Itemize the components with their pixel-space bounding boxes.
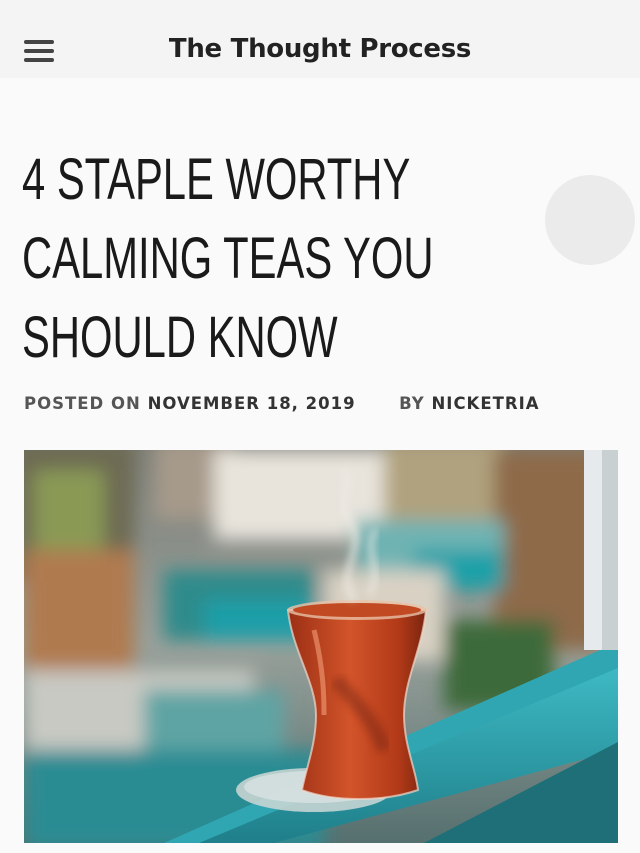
post-meta: POSTED ON NOVEMBER 18, 2019 BY NICKETRIA <box>24 394 539 413</box>
by-label: BY <box>399 394 425 413</box>
floating-action-button[interactable] <box>545 175 635 265</box>
page: The Thought Process 4 STAPLE WORTHY CALM… <box>0 0 640 853</box>
post-title-line: CALMING TEAS YOU <box>22 226 434 291</box>
post-date[interactable]: NOVEMBER 18, 2019 <box>148 394 356 413</box>
post-title-line: SHOULD KNOW <box>22 305 338 370</box>
site-title[interactable]: The Thought Process <box>0 34 640 64</box>
posted-on-label: POSTED ON <box>24 394 141 413</box>
hero-image <box>24 450 618 843</box>
top-bar: The Thought Process <box>0 0 640 78</box>
post-title-line: 4 STAPLE WORTHY <box>22 147 411 212</box>
post-title: 4 STAPLE WORTHY CALMING TEAS YOU SHOULD … <box>22 140 434 377</box>
post-author[interactable]: NICKETRIA <box>432 394 540 413</box>
